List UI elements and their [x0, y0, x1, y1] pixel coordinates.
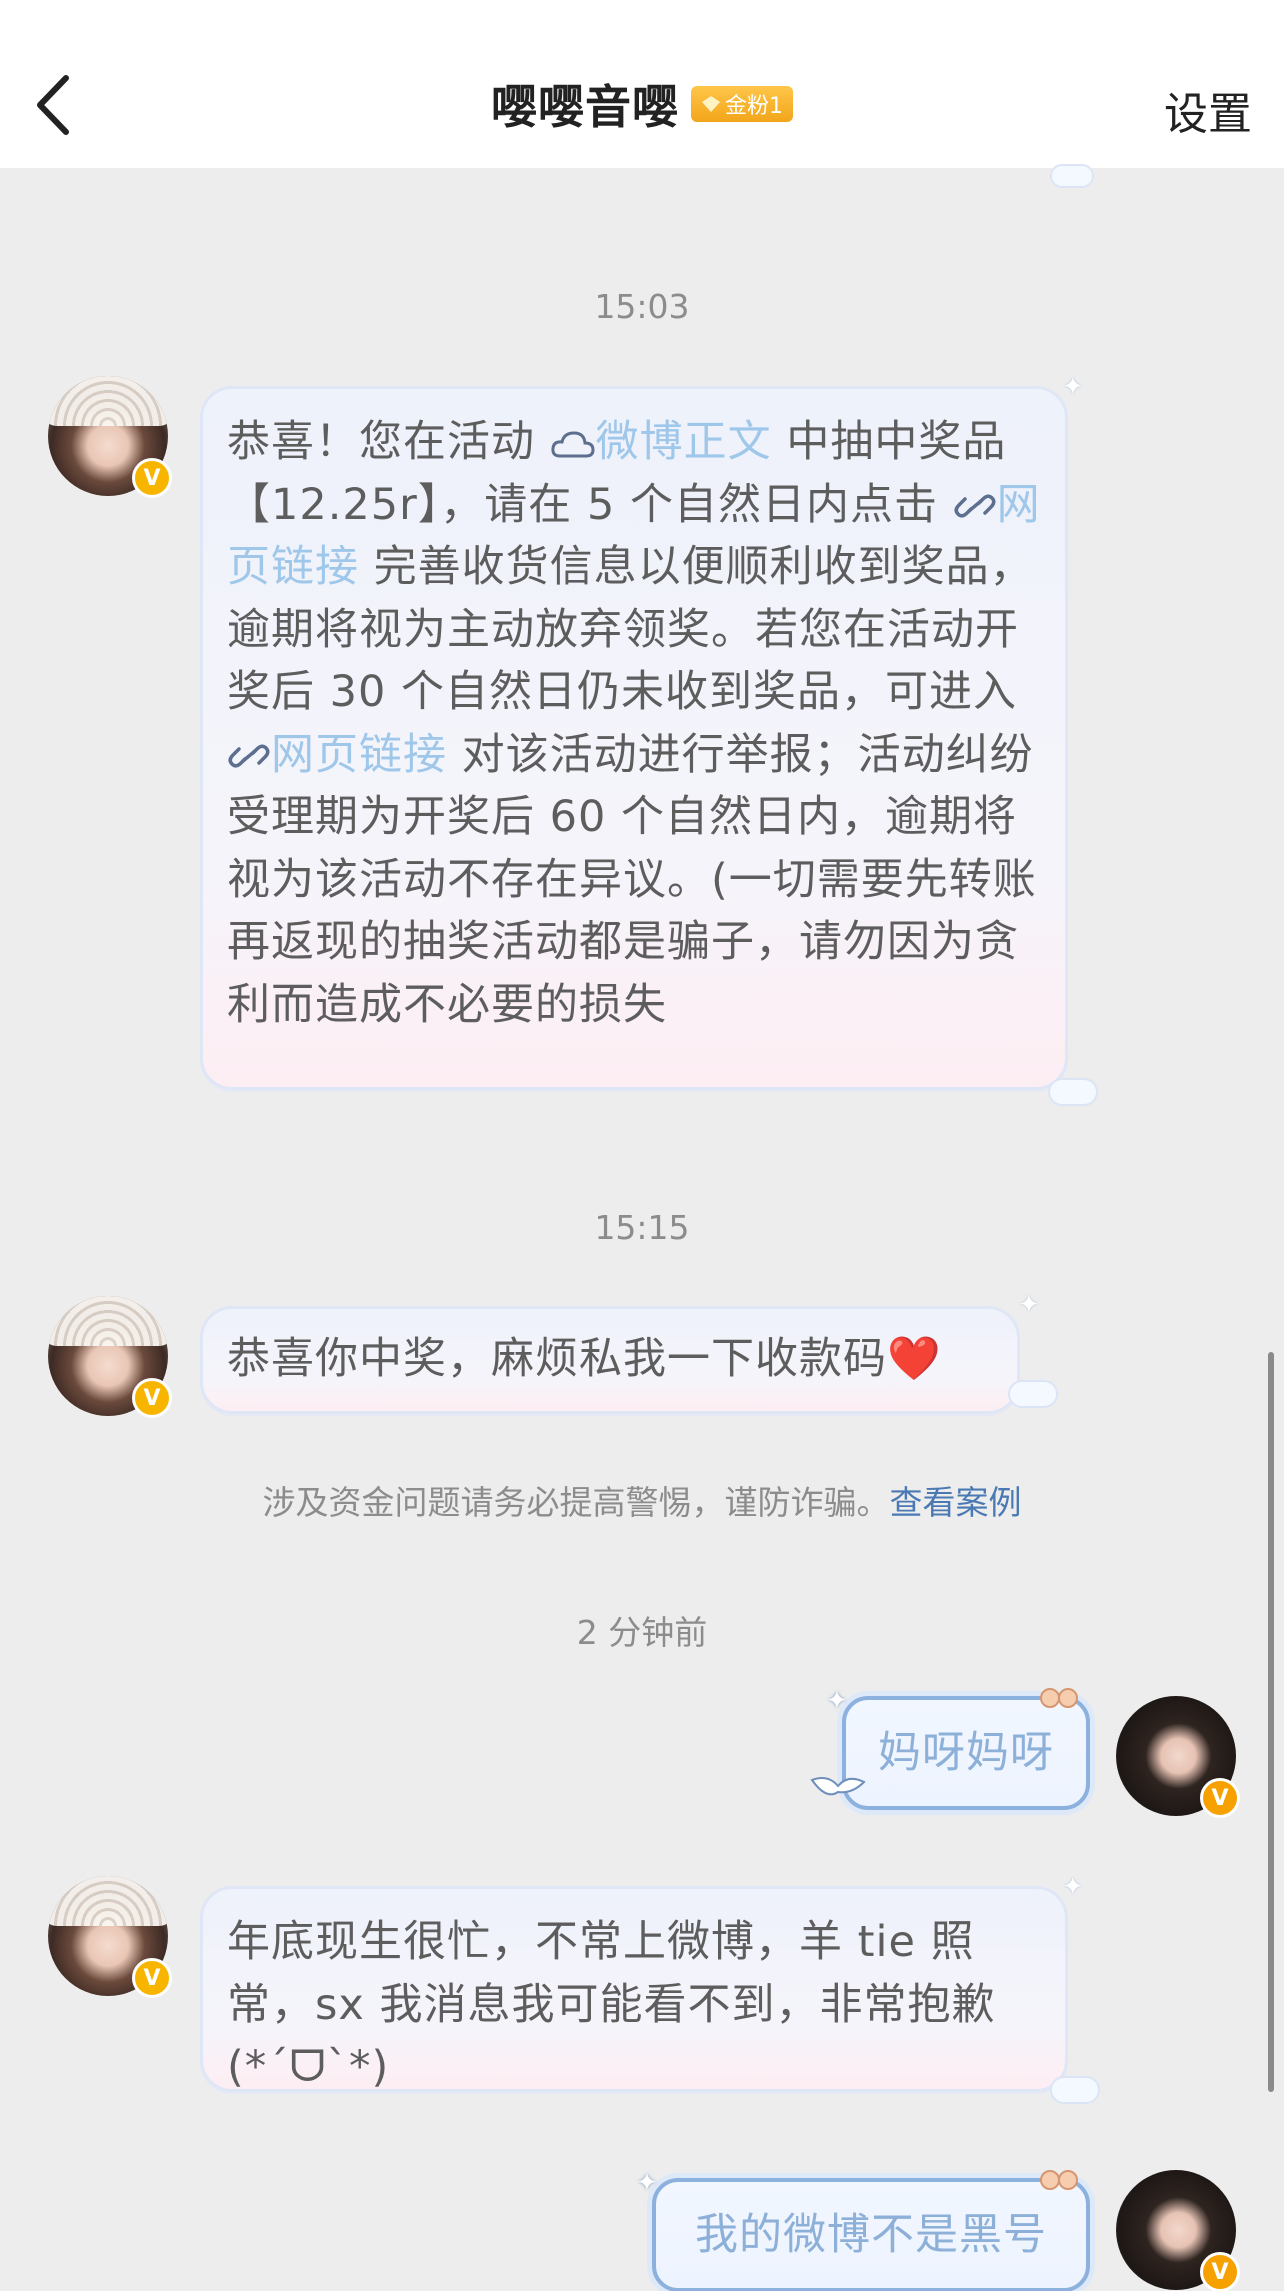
sparkle-decoration: ✦ [826, 1686, 848, 1716]
message-bubble[interactable]: 恭喜！您在活动 微博正文 中抽中奖品【12.25r】，请在 5 个自然日内点击 … [200, 386, 1068, 1090]
message-text: 年底现生很忙，不常上微博，羊 tie 照常，sx 我消息我可能看不到，非常抱歉(… [227, 1917, 996, 2092]
message-bubble[interactable]: 恭喜你中奖，麻烦私我一下收款码❤️ [200, 1306, 1020, 1414]
my-avatar[interactable]: V [1116, 1696, 1240, 1818]
cloud-decoration [1008, 1380, 1058, 1408]
cloud-decoration [1048, 1078, 1098, 1106]
cloud-decoration [1050, 2076, 1100, 2104]
timestamp: 15:15 [594, 1208, 690, 1247]
avatar[interactable]: V [48, 1296, 172, 1418]
message-text: 妈呀妈呀 [878, 1727, 1054, 1778]
gem-icon [702, 96, 720, 112]
settings-button[interactable]: 设置 [1164, 78, 1252, 142]
avatar[interactable]: V [48, 376, 172, 498]
message-bubble[interactable]: 我的微博不是黑号 [652, 2178, 1090, 2291]
flower-decoration [1040, 1688, 1078, 1708]
wing-decoration [810, 1777, 866, 1796]
fan-badge[interactable]: 金粉1 [691, 86, 793, 122]
verified-badge-icon: V [132, 1378, 172, 1418]
sparkle-decoration: ✦ [636, 2168, 658, 2198]
verified-badge-icon: V [132, 1958, 172, 1998]
flower-decoration [1040, 2170, 1078, 2190]
message-text: 恭喜你中奖，麻烦私我一下收款码 [227, 1334, 887, 1384]
fan-badge-label: 金粉1 [725, 94, 783, 119]
message-text: 恭喜！您在活动 [227, 417, 550, 467]
link-weibo-post[interactable]: 微博正文 [596, 417, 772, 467]
title-wrap: 嘤嘤音嘤 金粉1 [0, 72, 1284, 136]
fraud-warning-text: 涉及资金问题请务必提高警惕，谨防诈骗。 [262, 1483, 890, 1522]
star-decoration: ✦ [1062, 372, 1084, 402]
timestamp: 2 分钟前 [576, 1613, 708, 1652]
timestamp: 15:03 [594, 287, 690, 326]
verified-badge-icon: V [132, 458, 172, 498]
message-bubble[interactable]: 年底现生很忙，不常上微博，羊 tie 照常，sx 我消息我可能看不到，非常抱歉(… [200, 1886, 1068, 2092]
message-text: 我的微博不是黑号 [695, 2209, 1047, 2260]
chat-title[interactable]: 嘤嘤音嘤 [491, 71, 679, 137]
verified-badge-icon: V [1200, 1778, 1240, 1818]
star-decoration: ✦ [1062, 1872, 1084, 1902]
link-webpage[interactable]: 网页链接 [271, 730, 447, 780]
fraud-warning: 涉及资金问题请务必提高警惕，谨防诈骗。查看案例 [0, 1476, 1284, 1524]
avatar[interactable]: V [48, 1876, 172, 1998]
chat-header: 嘤嘤音嘤 金粉1 设置 [0, 0, 1284, 168]
cloud-decoration [1050, 164, 1094, 188]
link-icon [228, 744, 270, 767]
view-cases-link[interactable]: 查看案例 [890, 1483, 1022, 1522]
my-avatar[interactable]: V [1116, 2170, 1240, 2291]
scrollbar[interactable] [1268, 1352, 1274, 2092]
link-icon [954, 494, 996, 517]
cloud-icon [551, 431, 595, 458]
heart-icon: ❤️ [887, 1334, 942, 1384]
verified-badge-icon: V [1200, 2252, 1240, 2291]
star-decoration: ✦ [1018, 1290, 1040, 1320]
